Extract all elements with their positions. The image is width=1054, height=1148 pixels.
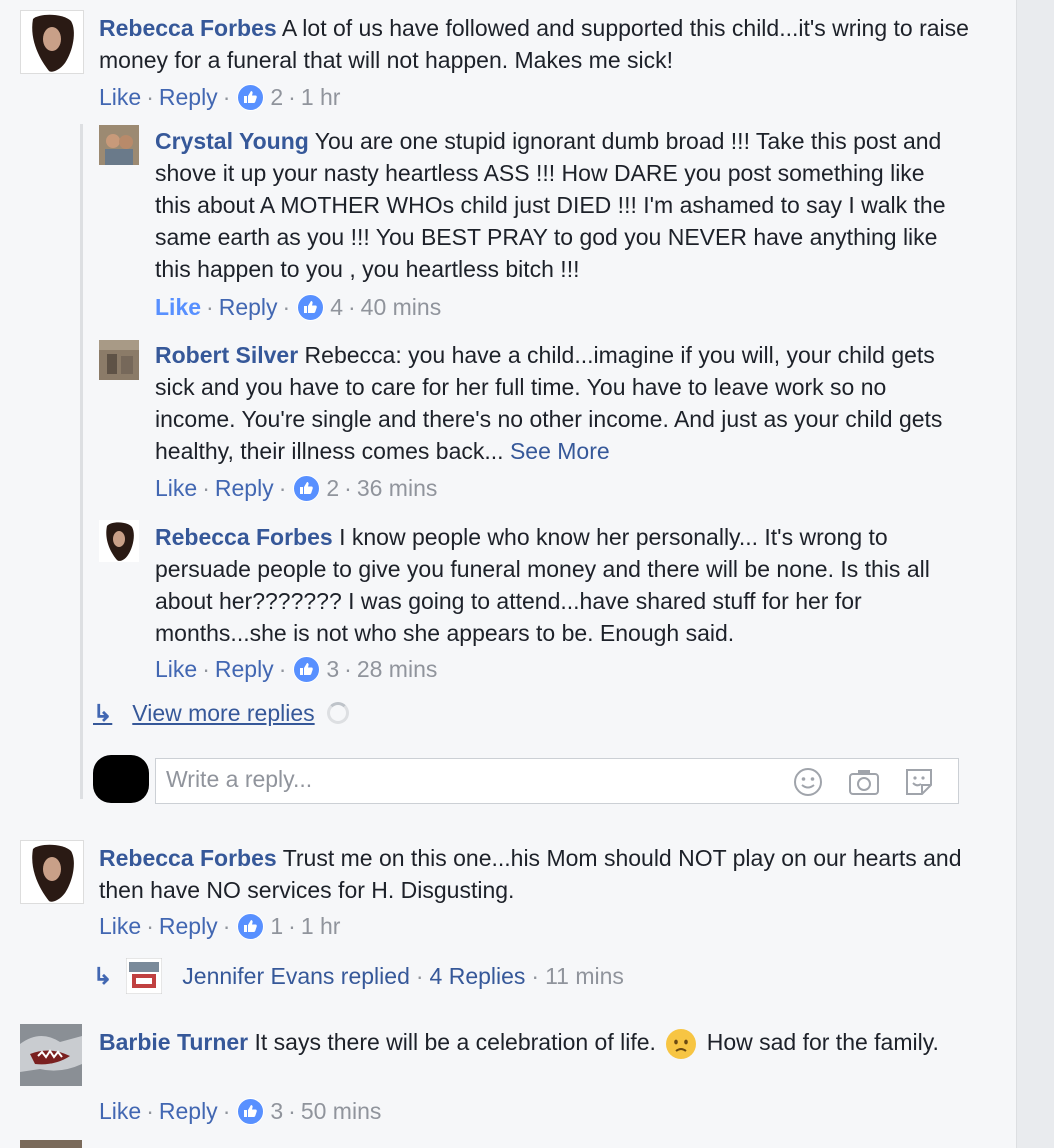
- comment-text: Robert Silver Rebecca: you have a child.…: [155, 339, 945, 467]
- replies-summary[interactable]: ↳ Jennifer Evans replied · 4 Replies · 1…: [93, 958, 624, 994]
- timestamp[interactable]: 50 mins: [301, 1096, 382, 1126]
- like-count[interactable]: 4: [330, 292, 343, 322]
- separator: ·: [222, 84, 231, 110]
- reply-link[interactable]: Reply: [159, 1096, 218, 1126]
- right-sidebar: [1016, 0, 1054, 1148]
- avatar[interactable]: [20, 840, 84, 904]
- reply-link[interactable]: Reply: [159, 82, 218, 112]
- like-count[interactable]: 2: [270, 82, 283, 112]
- comment-body: How sad for the family.: [706, 1029, 939, 1055]
- reply-link[interactable]: Reply: [219, 292, 278, 322]
- thumbs-up-icon[interactable]: [237, 1097, 265, 1125]
- like-link[interactable]: Like: [155, 473, 197, 503]
- comment-actions: Like · Reply · 4 · 40 mins: [155, 292, 441, 322]
- comment-text: Crystal Young You are one stupid ignoran…: [155, 125, 955, 285]
- avatar: [126, 958, 163, 994]
- separator: ·: [288, 1098, 296, 1124]
- separator: ·: [146, 913, 154, 939]
- comment-text: Barbie Turner It says there will be a ce…: [99, 1026, 979, 1059]
- like-link[interactable]: Like: [155, 654, 197, 684]
- reply-arrow-icon: ↳: [93, 963, 113, 989]
- comment-actions: Like · Reply · 2 · 36 mins: [155, 473, 437, 503]
- reply-link[interactable]: Reply: [215, 654, 274, 684]
- separator: ·: [222, 913, 231, 939]
- reply-arrow-icon: ↳: [93, 700, 113, 726]
- smiley-icon[interactable]: [793, 767, 823, 797]
- replies-count[interactable]: 4 Replies: [430, 961, 526, 991]
- avatar: [20, 1140, 82, 1148]
- like-link[interactable]: Like: [99, 82, 141, 112]
- separator: ·: [531, 963, 540, 989]
- author-name[interactable]: Rebecca Forbes: [99, 845, 277, 871]
- separator: ·: [344, 475, 352, 501]
- timestamp[interactable]: 1 hr: [301, 911, 341, 941]
- author-name[interactable]: Robert Silver: [155, 342, 298, 368]
- timestamp[interactable]: 36 mins: [357, 473, 438, 503]
- avatar[interactable]: [99, 340, 139, 380]
- like-count[interactable]: 3: [270, 1096, 283, 1126]
- avatar: [93, 755, 149, 803]
- thumbs-up-icon[interactable]: [297, 293, 325, 321]
- avatar[interactable]: [99, 520, 139, 562]
- reply-link[interactable]: Reply: [159, 911, 218, 941]
- separator: ·: [146, 1098, 154, 1124]
- separator: ·: [288, 84, 296, 110]
- like-link[interactable]: Like: [99, 1096, 141, 1126]
- thumbs-up-icon[interactable]: [293, 474, 321, 502]
- comment-text: Rebecca Forbes A lot of us have followed…: [99, 12, 979, 76]
- view-more-label[interactable]: View more replies: [132, 698, 314, 728]
- avatar[interactable]: [99, 125, 139, 165]
- separator: ·: [202, 656, 210, 682]
- separator: ·: [288, 913, 296, 939]
- timestamp[interactable]: 40 mins: [361, 292, 442, 322]
- like-link[interactable]: Like: [155, 292, 201, 322]
- sticker-icon[interactable]: [904, 767, 934, 797]
- comment-actions: Like · Reply · 2 · 1 hr: [99, 82, 340, 112]
- timestamp[interactable]: 28 mins: [357, 654, 438, 684]
- comment-text: Rebecca Forbes Trust me on this one...hi…: [99, 842, 979, 906]
- comment-actions: Like · Reply · 1 · 1 hr: [99, 911, 340, 941]
- loading-spinner-icon: [326, 702, 349, 724]
- avatar[interactable]: [20, 1024, 82, 1086]
- camera-icon[interactable]: [848, 767, 879, 797]
- comment-actions: Like · Reply · 3 · 50 mins: [99, 1096, 381, 1126]
- author-name[interactable]: Barbie Turner: [99, 1029, 248, 1055]
- separator: ·: [344, 656, 352, 682]
- author-name[interactable]: Rebecca Forbes: [155, 524, 333, 550]
- timestamp[interactable]: 11 mins: [545, 961, 624, 991]
- comment-actions: Like · Reply · 3 · 28 mins: [155, 654, 437, 684]
- replier-name[interactable]: Jennifer Evans replied: [182, 961, 410, 991]
- separator: ·: [146, 84, 154, 110]
- timestamp[interactable]: 1 hr: [301, 82, 341, 112]
- see-more-link[interactable]: See More: [510, 438, 610, 464]
- like-link[interactable]: Like: [99, 911, 141, 941]
- separator: ·: [202, 475, 210, 501]
- separator: ·: [282, 294, 291, 320]
- thumbs-up-icon[interactable]: [237, 912, 265, 940]
- reply-box[interactable]: Write a reply...: [155, 758, 959, 804]
- thread-line: [80, 124, 83, 799]
- avatar[interactable]: [20, 10, 84, 74]
- separator: ·: [222, 1098, 231, 1124]
- thumbs-up-icon[interactable]: [237, 83, 265, 111]
- sad-face-icon: [666, 1028, 697, 1059]
- author-name[interactable]: Rebecca Forbes: [99, 15, 277, 41]
- comment-text: Rebecca Forbes I know people who know he…: [155, 521, 955, 649]
- like-count[interactable]: 1: [270, 911, 283, 941]
- separator: ·: [278, 475, 287, 501]
- separator: ·: [347, 294, 356, 320]
- reply-link[interactable]: Reply: [215, 473, 274, 503]
- comments-panel: Rebecca Forbes A lot of us have followed…: [0, 0, 1016, 1148]
- like-count[interactable]: 3: [326, 654, 339, 684]
- comment-body: It says there will be a celebration of l…: [254, 1029, 656, 1055]
- like-count[interactable]: 2: [326, 473, 339, 503]
- separator: ·: [206, 294, 214, 320]
- thumbs-up-icon[interactable]: [293, 655, 321, 683]
- separator: ·: [415, 963, 424, 989]
- view-more-replies[interactable]: ↳ View more replies: [93, 698, 349, 728]
- reply-input[interactable]: Write a reply...: [166, 766, 312, 793]
- separator: ·: [278, 656, 287, 682]
- author-name[interactable]: Crystal Young: [155, 128, 309, 154]
